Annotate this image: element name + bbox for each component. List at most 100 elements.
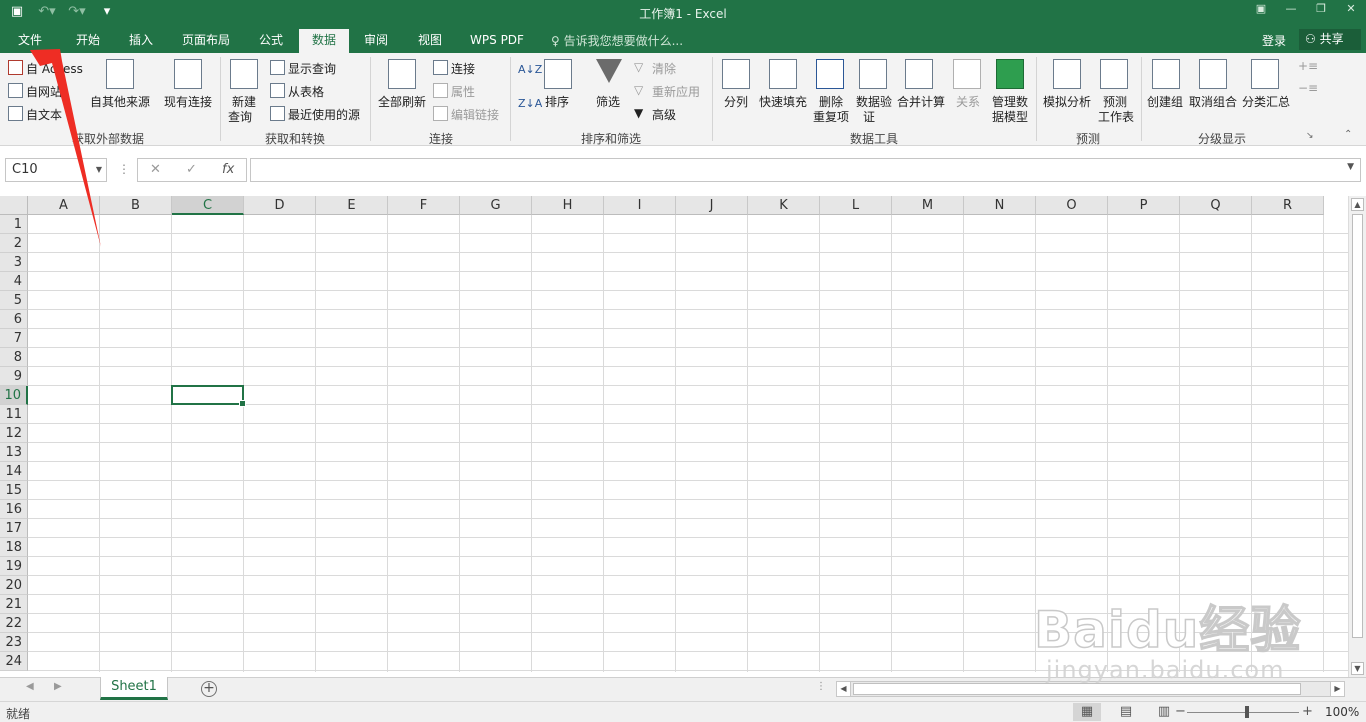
scroll-down-icon[interactable]: ▼ bbox=[1351, 662, 1364, 675]
normal-view-icon[interactable]: ▦ bbox=[1073, 703, 1101, 721]
forecast-sheet-label-2[interactable]: 工作表 bbox=[1098, 108, 1134, 125]
column-header[interactable]: I bbox=[604, 196, 676, 215]
row-header[interactable]: 15 bbox=[0, 481, 28, 500]
column-header[interactable]: L bbox=[820, 196, 892, 215]
row-header[interactable]: 22 bbox=[0, 614, 28, 633]
row-header[interactable]: 6 bbox=[0, 310, 28, 329]
column-header[interactable]: E bbox=[316, 196, 388, 215]
row-header[interactable]: 14 bbox=[0, 462, 28, 481]
zoom-out-icon[interactable]: − bbox=[1175, 704, 1186, 719]
tab-splitter-icon[interactable]: ⋮ bbox=[816, 681, 826, 692]
row-header[interactable]: 19 bbox=[0, 557, 28, 576]
row-header[interactable]: 9 bbox=[0, 367, 28, 386]
row-header[interactable]: 21 bbox=[0, 595, 28, 614]
sheet-tab[interactable]: Sheet1 bbox=[100, 677, 168, 700]
formula-input[interactable]: ▼ bbox=[250, 158, 1361, 182]
column-header[interactable]: M bbox=[892, 196, 964, 215]
sheet-prev-icon[interactable]: ◀ bbox=[26, 681, 34, 692]
sheet-next-icon[interactable]: ▶ bbox=[54, 681, 62, 692]
row-header[interactable]: 8 bbox=[0, 348, 28, 367]
row-header[interactable]: 20 bbox=[0, 576, 28, 595]
column-header[interactable]: D bbox=[244, 196, 316, 215]
subtotal-button[interactable]: 分类汇总 bbox=[1242, 93, 1290, 110]
expand-formula-icon[interactable]: ▼ bbox=[1347, 162, 1354, 172]
properties-button[interactable]: 属性 bbox=[451, 83, 475, 100]
existing-connections-button[interactable]: 现有连接 bbox=[164, 93, 212, 110]
connections-button[interactable]: 连接 bbox=[451, 60, 475, 77]
tab-file[interactable]: 文件 bbox=[6, 29, 54, 53]
column-header[interactable]: R bbox=[1252, 196, 1324, 215]
show-queries-button[interactable]: 显示查询 bbox=[288, 60, 336, 77]
relationships-button[interactable]: 关系 bbox=[956, 93, 980, 110]
reapply-button[interactable]: 重新应用 bbox=[652, 83, 700, 100]
row-header[interactable]: 10 bbox=[0, 386, 28, 405]
tab-view[interactable]: 视图 bbox=[407, 29, 453, 53]
zoom-in-icon[interactable]: + bbox=[1302, 704, 1313, 719]
ungroup-button[interactable]: 取消组合 bbox=[1189, 93, 1237, 110]
add-sheet-icon[interactable]: + bbox=[201, 681, 217, 697]
column-header[interactable]: N bbox=[964, 196, 1036, 215]
ribbon-display-options-icon[interactable]: ▣ bbox=[1246, 0, 1276, 20]
resize-handle-icon[interactable]: ⋮ bbox=[118, 162, 130, 176]
horizontal-scroll-thumb[interactable] bbox=[853, 683, 1301, 695]
edit-links-button[interactable]: 编辑链接 bbox=[451, 106, 499, 123]
advanced-button[interactable]: 高级 bbox=[652, 106, 676, 123]
scroll-up-icon[interactable]: ▲ bbox=[1351, 198, 1364, 211]
hide-detail-icon[interactable]: −≡ bbox=[1298, 81, 1318, 95]
from-web-button[interactable]: 自网站 bbox=[26, 83, 62, 100]
consolidate-button[interactable]: 合并计算 bbox=[897, 93, 945, 110]
other-sources-button[interactable]: 自其他来源 bbox=[90, 93, 150, 110]
tell-me-box[interactable]: ♀ 告诉我您想要做什么... bbox=[551, 32, 683, 49]
column-header[interactable]: B bbox=[100, 196, 172, 215]
page-layout-view-icon[interactable]: ▤ bbox=[1112, 703, 1140, 721]
minimize-icon[interactable]: — bbox=[1276, 0, 1306, 20]
refresh-all-button[interactable]: 全部刷新 bbox=[378, 93, 426, 110]
from-table-button[interactable]: 从表格 bbox=[288, 83, 324, 100]
row-header[interactable]: 13 bbox=[0, 443, 28, 462]
tab-home[interactable]: 开始 bbox=[63, 29, 113, 53]
column-header[interactable]: A bbox=[28, 196, 100, 215]
collapse-ribbon-icon[interactable]: ⌃ bbox=[1344, 129, 1352, 140]
row-header[interactable]: 16 bbox=[0, 500, 28, 519]
what-if-button[interactable]: 模拟分析 bbox=[1043, 93, 1091, 110]
text-to-columns-button[interactable]: 分列 bbox=[724, 93, 748, 110]
select-all-corner[interactable] bbox=[0, 196, 28, 215]
name-box[interactable]: C10 ▼ bbox=[5, 158, 107, 182]
column-header[interactable]: J bbox=[676, 196, 748, 215]
from-text-button[interactable]: 自文本 bbox=[26, 106, 62, 123]
row-header[interactable]: 7 bbox=[0, 329, 28, 348]
restore-icon[interactable]: ❐ bbox=[1306, 0, 1336, 20]
show-detail-icon[interactable]: +≡ bbox=[1298, 59, 1318, 73]
sort-button[interactable]: 排序 bbox=[545, 93, 569, 110]
cancel-icon[interactable]: ✕ bbox=[150, 162, 161, 177]
insert-function-icon[interactable]: fx bbox=[222, 162, 234, 177]
row-header[interactable]: 3 bbox=[0, 253, 28, 272]
row-header[interactable]: 17 bbox=[0, 519, 28, 538]
login-link[interactable]: 登录 bbox=[1262, 32, 1286, 49]
column-header[interactable]: F bbox=[388, 196, 460, 215]
column-header[interactable]: G bbox=[460, 196, 532, 215]
chevron-down-icon[interactable]: ▼ bbox=[96, 159, 102, 181]
row-header[interactable]: 11 bbox=[0, 405, 28, 424]
dialog-launcher-icon[interactable]: ↘ bbox=[1306, 131, 1314, 141]
column-header[interactable]: P bbox=[1108, 196, 1180, 215]
from-access-button[interactable]: 自 Access bbox=[26, 60, 83, 77]
data-validation-label-2[interactable]: 证 bbox=[863, 108, 875, 125]
sort-za-icon[interactable]: Z↓A bbox=[518, 97, 542, 110]
scroll-left-icon[interactable]: ◀ bbox=[837, 682, 851, 696]
page-break-view-icon[interactable]: ▥ bbox=[1150, 703, 1178, 721]
tab-data[interactable]: 数据 bbox=[299, 29, 349, 53]
row-header[interactable]: 23 bbox=[0, 633, 28, 652]
vertical-scrollbar[interactable]: ▲ ▼ bbox=[1348, 196, 1366, 677]
scroll-right-icon[interactable]: ▶ bbox=[1330, 682, 1344, 696]
row-header[interactable]: 24 bbox=[0, 652, 28, 671]
tab-formulas[interactable]: 公式 bbox=[248, 29, 294, 53]
column-header[interactable]: O bbox=[1036, 196, 1108, 215]
column-header[interactable]: Q bbox=[1180, 196, 1252, 215]
row-header[interactable]: 4 bbox=[0, 272, 28, 291]
cells-area[interactable] bbox=[28, 215, 1348, 672]
new-query-label-2[interactable]: 查询 bbox=[228, 108, 252, 125]
tab-wps-pdf[interactable]: WPS PDF bbox=[462, 29, 532, 53]
zoom-slider-thumb[interactable] bbox=[1245, 706, 1249, 718]
filter-button[interactable]: 筛选 bbox=[596, 93, 620, 110]
